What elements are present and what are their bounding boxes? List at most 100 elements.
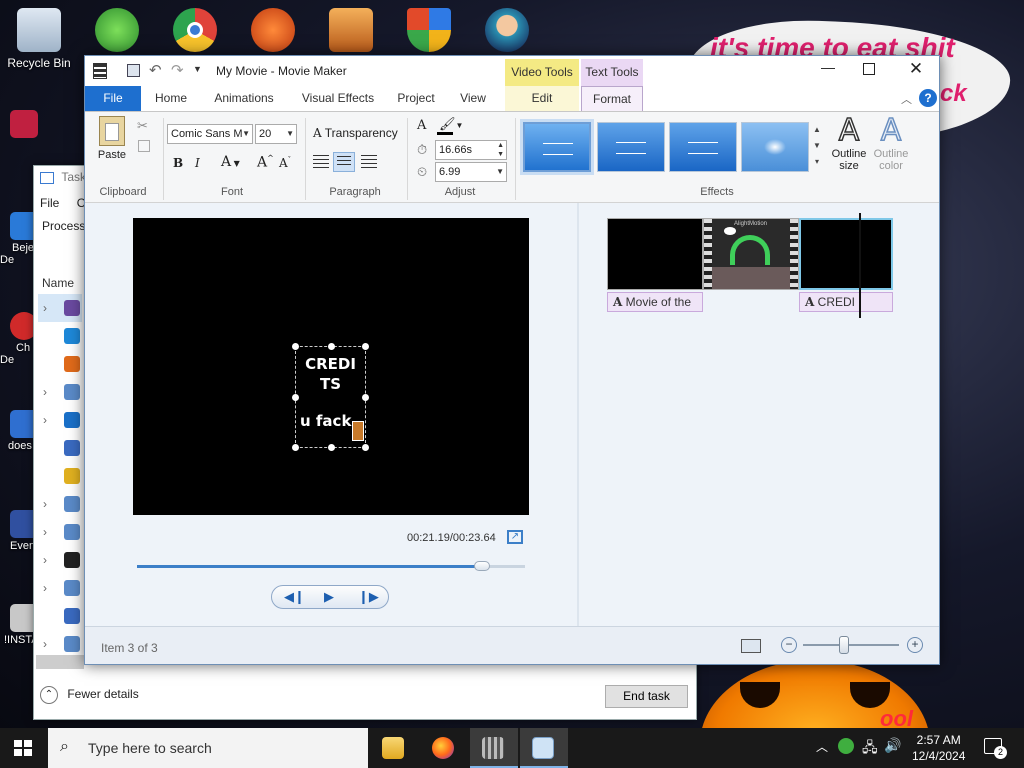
- pane-splitter[interactable]: [577, 203, 579, 626]
- movie-maker-window[interactable]: ↶ ↷ ▼ My Movie - Movie Maker Video Tools…: [84, 55, 940, 665]
- process-row[interactable]: ›: [38, 630, 82, 658]
- outline-size-button[interactable]: A Outline size: [827, 115, 871, 172]
- font-family-combo[interactable]: Comic Sans M ▼: [167, 124, 253, 144]
- process-row[interactable]: [38, 322, 82, 350]
- resize-handle[interactable]: [362, 394, 369, 401]
- resize-handle[interactable]: [292, 343, 299, 350]
- taskbar-task-manager[interactable]: [520, 728, 568, 768]
- start-time-field[interactable]: 16.66s ▲ ▼: [435, 140, 507, 160]
- desktop-icon-document[interactable]: [314, 8, 388, 56]
- video-preview[interactable]: CREDI TS u fack: [133, 218, 529, 515]
- desktop-icon-game[interactable]: [470, 8, 544, 56]
- zoom-slider[interactable]: [803, 636, 899, 654]
- next-frame-button[interactable]: ❙▶: [358, 589, 379, 605]
- notification-center-icon[interactable]: 2: [984, 738, 1007, 759]
- bold-button[interactable]: B: [173, 156, 183, 170]
- font-size-combo[interactable]: 20 ▼: [255, 124, 297, 144]
- zoom-in-icon[interactable]: +: [907, 637, 923, 653]
- title-bar[interactable]: ↶ ↷ ▼ My Movie - Movie Maker Video Tools…: [85, 56, 939, 86]
- transparency-button[interactable]: A Transparency: [313, 126, 398, 140]
- fewer-details-button[interactable]: ⌃ Fewer details: [40, 686, 139, 704]
- taskbar-file-explorer[interactable]: [370, 728, 418, 768]
- chevron-right-icon[interactable]: ›: [43, 637, 47, 651]
- tray-people-icon[interactable]: [838, 738, 854, 754]
- shrink-font-button[interactable]: Aˇ: [279, 156, 291, 170]
- copy-icon[interactable]: [138, 140, 150, 152]
- process-row[interactable]: ›: [38, 406, 82, 434]
- process-row[interactable]: [38, 462, 82, 490]
- chevron-right-icon[interactable]: ›: [43, 497, 47, 511]
- tab-view[interactable]: View: [451, 86, 495, 111]
- minimize-button[interactable]: —: [819, 59, 837, 79]
- taskbar-movie-maker[interactable]: [470, 728, 518, 768]
- resize-handle[interactable]: [362, 343, 369, 350]
- cut-icon[interactable]: ✂: [137, 118, 148, 134]
- save-icon[interactable]: [127, 64, 140, 77]
- seek-thumb[interactable]: [474, 561, 491, 571]
- resize-handle[interactable]: [328, 343, 335, 350]
- close-button[interactable]: ✕: [907, 59, 925, 79]
- tab-animations[interactable]: Animations: [207, 86, 281, 111]
- tab-visual-effects[interactable]: Visual Effects: [293, 86, 383, 111]
- previous-frame-button[interactable]: ◀❙: [284, 589, 305, 605]
- desktop-icon-messenger[interactable]: [80, 8, 154, 56]
- grow-font-button[interactable]: A^: [257, 154, 274, 171]
- quick-access-dropdown-icon[interactable]: ▼: [193, 64, 202, 74]
- clip-black-title[interactable]: [607, 218, 703, 290]
- align-left-icon[interactable]: [313, 155, 329, 169]
- process-row[interactable]: ›: [38, 546, 82, 574]
- effect-expand[interactable]: [669, 122, 737, 172]
- background-color-icon[interactable]: 🖌▼: [439, 116, 463, 132]
- tab-project[interactable]: Project: [391, 86, 441, 111]
- chevron-right-icon[interactable]: ›: [43, 413, 47, 427]
- collapse-ribbon-icon[interactable]: ︿: [901, 91, 912, 107]
- zoom-slider-thumb[interactable]: [839, 636, 849, 654]
- process-row[interactable]: ›: [38, 378, 82, 406]
- chevron-right-icon[interactable]: ›: [43, 301, 47, 315]
- clip-video-thumbnail[interactable]: AlightMotion: [703, 218, 799, 290]
- tab-format[interactable]: Format: [581, 86, 643, 111]
- tab-file[interactable]: File: [85, 86, 141, 111]
- help-icon[interactable]: ?: [919, 89, 937, 107]
- start-button[interactable]: [14, 740, 32, 756]
- playhead[interactable]: [859, 213, 861, 318]
- tab-home[interactable]: Home: [145, 86, 197, 111]
- paste-button[interactable]: Paste: [95, 116, 129, 161]
- italic-button[interactable]: I: [195, 156, 200, 170]
- outline-color-button[interactable]: A Outline color: [871, 115, 911, 172]
- thumbnail-size-icon[interactable]: [741, 639, 761, 653]
- chevron-right-icon[interactable]: ›: [43, 581, 47, 595]
- desktop-icon-recycle-bin[interactable]: Recycle Bin: [2, 8, 76, 70]
- volume-icon[interactable]: 🔊: [884, 737, 901, 754]
- network-icon[interactable]: 🖧: [862, 737, 878, 761]
- desktop-icon-windows[interactable]: [392, 8, 466, 56]
- resize-handle[interactable]: [362, 444, 369, 451]
- menu-file[interactable]: File: [40, 196, 59, 210]
- text-color-icon[interactable]: A: [417, 118, 426, 133]
- process-row[interactable]: [38, 434, 82, 462]
- redo-icon[interactable]: ↷: [171, 61, 184, 79]
- font-color-button[interactable]: A ▼: [221, 154, 240, 170]
- chevron-right-icon[interactable]: ›: [43, 525, 47, 539]
- taskbar-search[interactable]: ⌕ Type here to search: [48, 728, 368, 768]
- caption-text-box[interactable]: CREDI TS u fack: [292, 343, 369, 451]
- align-right-icon[interactable]: [361, 155, 377, 169]
- resize-handle[interactable]: [292, 394, 299, 401]
- tray-overflow-icon[interactable]: ︿: [816, 738, 828, 755]
- search-input[interactable]: Type here to search: [88, 740, 212, 756]
- effect-fly-corners[interactable]: [597, 122, 665, 172]
- resize-handle[interactable]: [328, 444, 335, 451]
- clip-credits[interactable]: [799, 218, 893, 290]
- caption-track-title[interactable]: A Movie of the: [607, 292, 703, 312]
- resize-handle[interactable]: [292, 444, 299, 451]
- play-button[interactable]: ▶: [324, 589, 334, 605]
- process-row[interactable]: ›: [38, 518, 82, 546]
- column-header-name[interactable]: Name: [42, 276, 74, 290]
- process-row[interactable]: ›: [38, 294, 82, 322]
- taskbar-firefox[interactable]: [420, 728, 468, 768]
- seek-bar[interactable]: [137, 561, 525, 571]
- align-center-icon[interactable]: [333, 152, 355, 172]
- chevron-right-icon[interactable]: ›: [43, 553, 47, 567]
- chevron-right-icon[interactable]: ›: [43, 385, 47, 399]
- zoom-out-icon[interactable]: −: [781, 637, 797, 653]
